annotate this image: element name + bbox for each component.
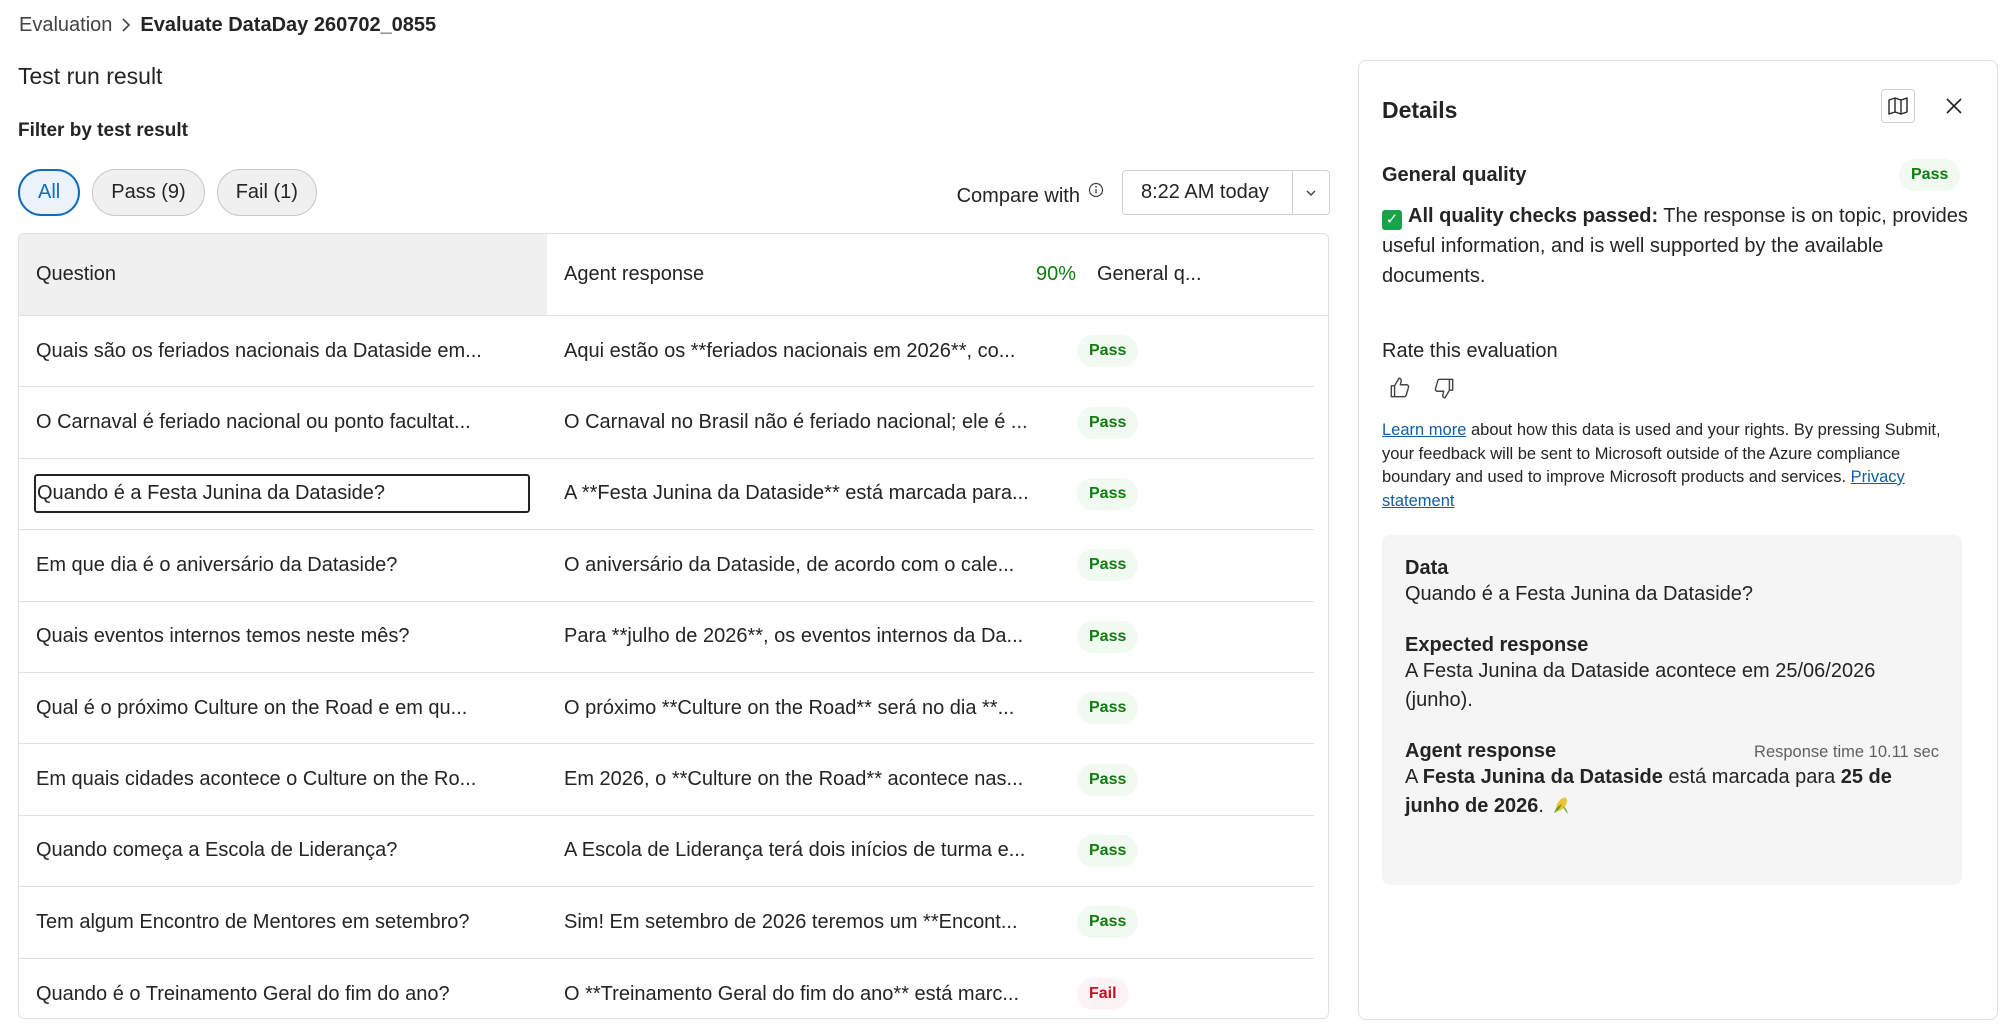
response-cell: A Escola de Liderança terá dois inícios … bbox=[564, 839, 1026, 862]
result-badge: Pass bbox=[1077, 906, 1139, 939]
response-cell: O próximo **Culture on the Road** será n… bbox=[564, 696, 1015, 719]
agent-response-part: . bbox=[1538, 795, 1550, 817]
question-cell[interactable]: Quais eventos internos temos neste mês? bbox=[19, 625, 547, 648]
quality-summary: ✓ All quality checks passed: The response… bbox=[1382, 201, 1977, 291]
chevron-down-icon[interactable] bbox=[1293, 171, 1329, 214]
question-cell[interactable]: Quando começa a Escola de Liderança? bbox=[19, 839, 547, 862]
table-row[interactable]: Tem algum Encontro de Mentores em setemb… bbox=[19, 887, 1314, 959]
data-card: Data Quando é a Festa Junina da Dataside… bbox=[1382, 535, 1962, 885]
filter-label: Filter by test result bbox=[18, 120, 188, 141]
agent-response-part: A bbox=[1405, 766, 1423, 788]
result-badge: Pass bbox=[1077, 834, 1139, 867]
question-cell[interactable]: Em quais cidades acontece o Culture on t… bbox=[19, 768, 547, 791]
breadcrumb-current: Evaluate DataDay 260702_0855 bbox=[140, 13, 437, 36]
general-quality-badge: Pass bbox=[1899, 159, 1961, 191]
response-cell: A **Festa Junina da Dataside** está marc… bbox=[564, 482, 1029, 505]
corn-icon bbox=[1550, 794, 1572, 816]
expected-response-value: A Festa Junina da Dataside acontece em 2… bbox=[1405, 660, 1876, 711]
question-cell-text: Quando é a Festa Junina da Dataside? bbox=[33, 474, 531, 514]
question-cell[interactable]: Quando é o Treinamento Geral do fim do a… bbox=[19, 983, 547, 1006]
table-row[interactable]: O Carnaval é feriado nacional ou ponto f… bbox=[19, 387, 1314, 459]
result-badge: Pass bbox=[1077, 335, 1139, 368]
filter-fail-button[interactable]: Fail (1) bbox=[216, 169, 317, 216]
compare-label: Compare with bbox=[956, 185, 1080, 207]
response-cell: O **Treinamento Geral do fim do ano** es… bbox=[564, 982, 1020, 1005]
column-header-response[interactable]: Agent response 90% bbox=[547, 234, 1076, 315]
question-cell[interactable]: Quando é a Festa Junina da Dataside? bbox=[19, 474, 547, 514]
result-badge: Fail bbox=[1077, 978, 1129, 1011]
table-row[interactable]: Em quais cidades acontece o Culture on t… bbox=[19, 744, 1314, 816]
page-title: Test run result bbox=[18, 63, 163, 89]
table-row[interactable]: Quais são os feriados nacionais da Datas… bbox=[19, 316, 1314, 388]
result-badge: Pass bbox=[1077, 620, 1139, 653]
table-row[interactable]: Quando é o Treinamento Geral do fim do a… bbox=[19, 959, 1314, 1018]
quality-summary-bold: All quality checks passed: bbox=[1408, 205, 1659, 227]
response-cell: Aqui estão os **feriados nacionais em 20… bbox=[564, 339, 1016, 362]
table-header: Question Agent response 90% General q... bbox=[19, 234, 1328, 316]
rate-label: Rate this evaluation bbox=[1382, 340, 1558, 362]
breadcrumb: Evaluation Evaluate DataDay 260702_0855 bbox=[19, 10, 436, 40]
map-icon[interactable] bbox=[1881, 89, 1915, 123]
response-cell: O aniversário da Dataside, de acordo com… bbox=[564, 553, 1015, 576]
question-cell[interactable]: Quais são os feriados nacionais da Datas… bbox=[19, 340, 547, 363]
result-badge: Pass bbox=[1077, 692, 1139, 725]
chevron-right-icon bbox=[112, 15, 140, 35]
compare-dropdown-value[interactable]: 8:22 AM today bbox=[1123, 171, 1293, 214]
expected-response-label: Expected response bbox=[1405, 634, 1589, 656]
agent-response-part: está marcada para bbox=[1662, 766, 1841, 788]
thumbs-up-icon[interactable] bbox=[1385, 373, 1415, 403]
result-badge: Pass bbox=[1077, 477, 1139, 510]
results-table: Question Agent response 90% General q...… bbox=[18, 233, 1329, 1019]
compare-control: Compare with 8:22 AM today bbox=[957, 170, 1330, 215]
response-time: Response time 10.11 sec bbox=[1754, 743, 1939, 761]
rating-buttons bbox=[1385, 373, 1459, 403]
table-row[interactable]: Qual é o próximo Culture on the Road e e… bbox=[19, 673, 1314, 745]
agent-response-bold: Festa Junina da Dataside bbox=[1422, 766, 1663, 788]
breadcrumb-evaluation-link[interactable]: Evaluation bbox=[19, 14, 112, 37]
check-icon: ✓ bbox=[1382, 210, 1402, 230]
filter-all-button[interactable]: All bbox=[18, 169, 81, 216]
compare-dropdown[interactable]: 8:22 AM today bbox=[1122, 170, 1330, 215]
table-row[interactable]: Quais eventos internos temos neste mês? … bbox=[19, 602, 1314, 673]
table-row-selected[interactable]: Quando é a Festa Junina da Dataside? A *… bbox=[19, 459, 1314, 531]
agent-response-label: Agent response bbox=[1405, 740, 1557, 762]
learn-more-link[interactable]: Learn more bbox=[1382, 421, 1466, 439]
data-label: Data bbox=[1405, 557, 1449, 579]
result-badge: Pass bbox=[1077, 406, 1139, 439]
agent-response-value: A Festa Junina da Dataside está marcada … bbox=[1405, 763, 1939, 821]
details-panel: Details General quality Pass ✓ All qualit… bbox=[1358, 60, 1998, 1020]
response-cell: Sim! Em setembro de 2026 teremos um **En… bbox=[564, 910, 1018, 933]
question-cell[interactable]: Tem algum Encontro de Mentores em setemb… bbox=[19, 911, 547, 934]
table-row[interactable]: Quando começa a Escola de Liderança? A E… bbox=[19, 816, 1314, 888]
pass-percentage: 90% bbox=[1035, 263, 1076, 285]
column-header-question[interactable]: Question bbox=[19, 234, 547, 315]
filter-pass-button[interactable]: Pass (9) bbox=[92, 169, 205, 216]
close-icon[interactable] bbox=[1939, 91, 1969, 121]
question-cell[interactable]: O Carnaval é feriado nacional ou ponto f… bbox=[19, 411, 547, 434]
feedback-disclaimer: Learn more about how this data is used a… bbox=[1382, 419, 1942, 513]
column-header-quality[interactable]: General q... bbox=[1076, 234, 1202, 315]
result-badge: Pass bbox=[1077, 763, 1139, 796]
table-row[interactable]: Em que dia é o aniversário da Dataside? … bbox=[19, 530, 1314, 602]
general-quality-label: General quality bbox=[1382, 164, 1527, 186]
result-badge: Pass bbox=[1077, 549, 1139, 582]
column-header-response-label: Agent response bbox=[564, 263, 705, 285]
info-icon[interactable] bbox=[1088, 182, 1104, 198]
thumbs-down-icon[interactable] bbox=[1429, 373, 1459, 403]
details-title: Details bbox=[1382, 97, 1458, 123]
response-cell: Para **julho de 2026**, os eventos inter… bbox=[564, 625, 1024, 648]
response-cell: O Carnaval no Brasil não é feriado nacio… bbox=[564, 411, 1028, 434]
data-value: Quando é a Festa Junina da Dataside? bbox=[1405, 583, 1754, 605]
question-cell[interactable]: Em que dia é o aniversário da Dataside? bbox=[19, 554, 547, 577]
response-cell: Em 2026, o **Culture on the Road** acont… bbox=[564, 768, 1024, 791]
filter-pills: All Pass (9) Fail (1) bbox=[18, 169, 317, 216]
question-cell[interactable]: Qual é o próximo Culture on the Road e e… bbox=[19, 697, 547, 720]
